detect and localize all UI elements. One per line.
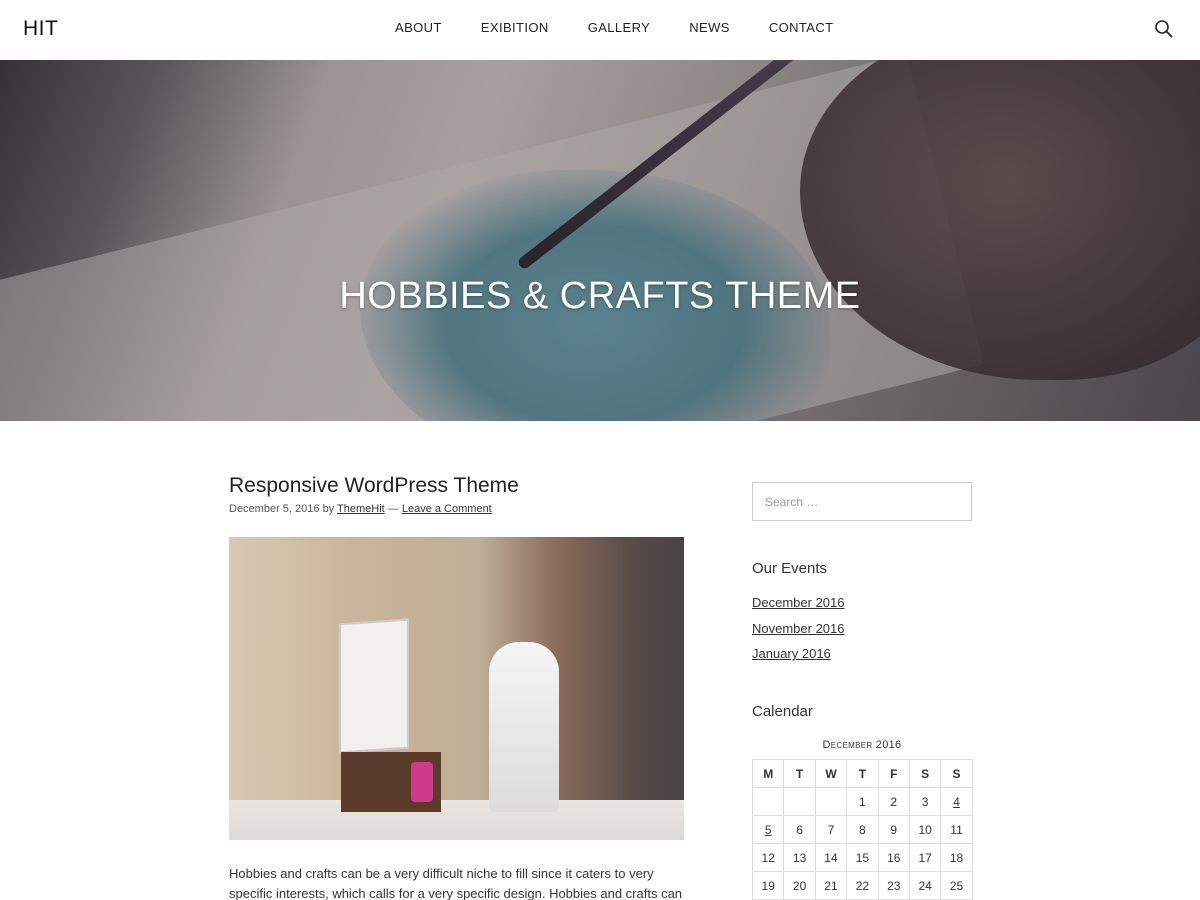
calendar-day-cell: 2 <box>877 787 910 816</box>
calendar-day-cell: 9 <box>877 815 910 844</box>
calendar-day-cell: 3 <box>908 787 942 816</box>
nav-item-about[interactable]: ABOUT <box>395 20 442 35</box>
list-item: January 2016 <box>752 646 845 672</box>
calendar-day-cell: 23 <box>877 871 910 900</box>
hero-banner: HOBBIES & CRAFTS THEME <box>0 60 1200 421</box>
image-table-surface <box>229 800 684 840</box>
nav-item-exibition[interactable]: EXIBITION <box>481 20 549 35</box>
calendar-day-cell: 24 <box>908 871 942 900</box>
nav-item-gallery[interactable]: GALLERY <box>588 20 651 35</box>
calendar-caption: December 2016 <box>822 739 902 751</box>
site-logo[interactable]: HIT <box>23 17 58 41</box>
post-title[interactable]: Responsive WordPress Theme <box>229 474 519 498</box>
calendar-week-row: 19 20 21 22 23 24 25 <box>751 871 973 900</box>
calendar-day-header: F <box>877 759 910 788</box>
main-nav: ABOUT EXIBITION GALLERY NEWS CONTACT <box>395 20 873 35</box>
site-header: HIT ABOUT EXIBITION GALLERY NEWS CONTACT <box>0 0 1200 60</box>
nav-item-contact[interactable]: CONTACT <box>769 20 834 35</box>
events-widget-title: Our Events <box>752 560 828 577</box>
nav-item-news[interactable]: NEWS <box>689 20 730 35</box>
calendar-day-cell: 4 <box>940 787 973 816</box>
calendar-day-header: T <box>846 759 879 788</box>
calendar-header-row: M T W T F S S <box>751 759 973 788</box>
image-mini-canvas <box>339 618 409 754</box>
calendar-day-cell: 7 <box>814 815 848 844</box>
calendar-day-cell: 25 <box>940 871 973 900</box>
post-featured-image[interactable] <box>229 537 684 840</box>
post-meta-separator: — <box>387 503 399 515</box>
event-link-december-2016[interactable]: December 2016 <box>752 595 845 610</box>
calendar-day-cell: 6 <box>783 815 816 844</box>
calendar-day-cell: 18 <box>940 843 973 872</box>
calendar-day-cell: 20 <box>783 871 816 900</box>
calendar-empty-cell <box>751 787 785 816</box>
calendar-day-cell: 1 <box>846 787 879 816</box>
calendar-day-cell: 11 <box>940 815 973 844</box>
calendar-empty-cell <box>783 787 816 816</box>
post-meta: December 5, 2016 by ThemeHit — Leave a C… <box>229 503 492 515</box>
search-input[interactable] <box>752 482 972 521</box>
event-link-november-2016[interactable]: November 2016 <box>752 621 845 636</box>
post-excerpt: Hobbies and crafts can be a very difficu… <box>229 866 683 900</box>
calendar-day-cell: 17 <box>908 843 942 872</box>
hero-title: HOBBIES & CRAFTS THEME <box>339 275 861 317</box>
calendar-day-cell: 21 <box>814 871 848 900</box>
leave-comment-link[interactable]: Leave a Comment <box>402 503 492 515</box>
events-list: December 2016 November 2016 January 2016 <box>752 595 845 672</box>
list-item: November 2016 <box>752 621 845 647</box>
calendar-day-header: W <box>814 759 848 788</box>
calendar-day-cell: 14 <box>814 843 848 872</box>
post-author-link[interactable]: ThemeHit <box>337 503 385 515</box>
calendar-day-link-5[interactable]: 5 <box>765 823 772 837</box>
calendar-day-cell: 13 <box>783 843 816 872</box>
calendar-week-row: 12 13 14 15 16 17 18 <box>751 843 973 872</box>
calendar-day-cell: 12 <box>751 843 785 872</box>
calendar-empty-cell <box>814 787 848 816</box>
event-link-january-2016[interactable]: January 2016 <box>752 646 831 661</box>
hero-overlay <box>0 60 1200 421</box>
calendar-day-link-4[interactable]: 4 <box>953 795 960 809</box>
post-by: by <box>322 503 335 515</box>
calendar-day-cell: 15 <box>846 843 879 872</box>
list-item: December 2016 <box>752 595 845 621</box>
image-stormtrooper-figure <box>489 642 559 812</box>
calendar-day-header: T <box>783 759 816 788</box>
search-icon[interactable] <box>1154 19 1174 39</box>
calendar-widget-title: Calendar <box>752 703 813 720</box>
calendar-day-cell: 5 <box>751 815 785 844</box>
calendar-day-cell: 10 <box>908 815 942 844</box>
calendar-day-cell: 16 <box>877 843 910 872</box>
calendar-day-header: S <box>908 759 942 788</box>
calendar-body: 1 2 3 4 5 6 7 8 9 10 11 12 13 14 15 16 17 18 19 20 21 22 23 24 2… <box>751 787 973 900</box>
post-date: December 5, 2016 <box>229 503 320 515</box>
calendar-day-cell: 22 <box>846 871 879 900</box>
calendar-day-header: S <box>940 759 973 788</box>
calendar-week-row: 5 6 7 8 9 10 11 <box>751 815 973 844</box>
calendar-day-header: M <box>751 759 785 788</box>
image-paint-bottle <box>411 762 433 802</box>
calendar-day-cell: 19 <box>751 871 785 900</box>
calendar-week-row: 1234 <box>751 787 973 816</box>
calendar-day-cell: 8 <box>846 815 879 844</box>
calendar-table: M T W T F S S 1 2 3 4 5 6 7 8 9 10 11 12 13 14 15 16 17 1… <box>751 759 973 900</box>
